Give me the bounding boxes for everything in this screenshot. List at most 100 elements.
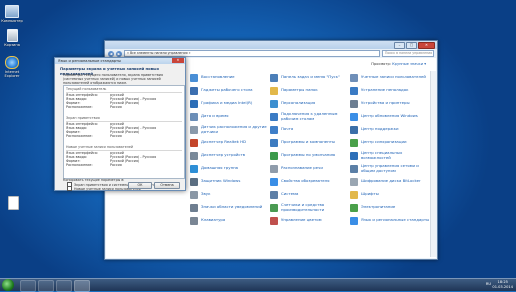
control-panel-item[interactable]: Гаджеты рабочего стола xyxy=(190,84,270,97)
control-panel-item-icon xyxy=(350,138,358,147)
control-panel-item[interactable]: Свойства обозревателя xyxy=(270,175,350,188)
address-bar[interactable]: « Все элементы панели управления » xyxy=(124,50,380,57)
control-panel-item-label: Центр обновления Windows xyxy=(361,113,418,119)
control-panel-item-icon xyxy=(350,112,358,121)
desktop-icon-label: Internet Explorer xyxy=(4,70,20,78)
search-input[interactable]: Поиск в панели управления xyxy=(382,50,434,57)
desktop-icon-computer[interactable]: Компьютер xyxy=(1,5,23,23)
control-panel-item-label: Система xyxy=(281,191,299,197)
control-panel-item[interactable]: Параметры папок xyxy=(270,84,350,97)
taskbar-explorer-button[interactable] xyxy=(38,280,54,292)
window-titlebar: – □ ✕ xyxy=(105,41,437,49)
control-panel-item[interactable]: Диспетчер устройств xyxy=(190,149,270,162)
control-panel-item-icon xyxy=(350,73,358,82)
control-panel-item-label: Центр синхронизации xyxy=(361,139,407,145)
control-panel-item-icon xyxy=(270,86,278,95)
setting-row: Расположение: Россия xyxy=(66,134,182,138)
view-selector[interactable]: Просмотр: Крупные значки ▾ xyxy=(371,62,426,66)
control-panel-item[interactable]: Шрифты xyxy=(350,188,430,201)
ok-button[interactable]: ОК xyxy=(128,182,152,189)
taskbar: RU 18:25 01.03.2014 xyxy=(0,278,516,292)
control-panel-item-label: Программы по умолчанию xyxy=(281,152,336,158)
document-icon xyxy=(7,196,19,210)
control-panel-item[interactable]: Программы по умолчанию xyxy=(270,149,350,162)
control-panel-item[interactable]: Дата и время xyxy=(190,110,270,123)
control-panel-item[interactable]: Программы и компоненты xyxy=(270,136,350,149)
control-panel-item-icon xyxy=(190,164,198,173)
control-panel-item[interactable]: Подключения к удаленным рабочим столам xyxy=(270,110,350,123)
control-panel-item[interactable]: Центр синхронизации xyxy=(350,136,430,149)
checkbox-box[interactable] xyxy=(67,186,72,191)
control-panel-item-icon xyxy=(350,99,358,108)
control-panel-item[interactable]: Счетчики и средства производительности xyxy=(270,201,350,214)
desktop-icon-document[interactable] xyxy=(2,196,24,211)
minimize-button[interactable]: – xyxy=(394,42,405,49)
forward-arrow-icon[interactable]: ▶ xyxy=(116,50,122,57)
control-panel-item[interactable]: Распознавание речи xyxy=(270,162,350,175)
cancel-button[interactable]: Отмена xyxy=(154,182,180,189)
control-panel-item[interactable]: Язык и региональные стандарты xyxy=(350,214,430,227)
settings-summary: Текущий пользователь Язык интерфейса: рус… xyxy=(63,85,185,179)
desktop-icon-recycle-bin[interactable]: Корзина xyxy=(1,29,23,47)
control-panel-item-label: Графика и медиа Intel(R) xyxy=(201,100,253,106)
control-panel-item[interactable]: Звук xyxy=(190,188,270,201)
control-panel-item[interactable]: Центр поддержки xyxy=(350,123,430,136)
control-panel-item[interactable]: Значки области уведомлений xyxy=(190,201,270,214)
control-panel-item[interactable]: Система xyxy=(270,188,350,201)
control-panel-item[interactable]: Центр управления сетями и общим доступом xyxy=(350,162,430,175)
control-panel-item-icon xyxy=(350,190,358,199)
control-panel-item-label: Защитник Windows xyxy=(201,178,241,184)
control-panel-item-label: Клавиатура xyxy=(201,217,226,223)
control-panel-item-label: Датчик расположения и другие датчики xyxy=(201,124,267,134)
control-panel-item-icon xyxy=(270,73,278,82)
control-panel-item-icon xyxy=(270,138,278,147)
control-panel-item[interactable]: Учетные записи пользователей xyxy=(350,71,430,84)
control-panel-item-icon xyxy=(190,112,198,121)
control-panel-item-icon xyxy=(350,177,358,186)
control-panel-item-icon xyxy=(270,203,278,212)
control-panel-item[interactable]: Домашняя группа xyxy=(190,162,270,175)
control-panel-item-icon xyxy=(190,190,198,199)
control-panel-item[interactable]: Клавиатура xyxy=(190,214,270,227)
control-panel-item[interactable]: Шифрование диска BitLocker xyxy=(350,175,430,188)
control-panel-item[interactable]: Защитник Windows xyxy=(190,175,270,188)
control-panel-item-label: Почта xyxy=(281,126,294,132)
control-panel-item[interactable]: Персонализация xyxy=(270,97,350,110)
control-panel-item[interactable]: Центр специальных возможностей xyxy=(350,149,430,162)
control-panel-item[interactable]: Устройства и принтеры xyxy=(350,97,430,110)
control-panel-item-label: Домашняя группа xyxy=(201,165,239,171)
control-panel-item-icon xyxy=(350,86,358,95)
dialog-description: Параметры текущего пользователя, экрана … xyxy=(63,73,163,85)
control-panel-item[interactable]: Электропитание xyxy=(350,201,430,214)
control-panel-item[interactable]: Центр обновления Windows xyxy=(350,110,430,123)
setting-value: Россия xyxy=(110,105,122,110)
view-value[interactable]: Крупные значки ▾ xyxy=(392,62,426,66)
control-panel-item[interactable]: Датчик расположения и другие датчики xyxy=(190,123,270,136)
setting-key: Расположение: xyxy=(66,163,93,168)
control-panel-item-icon xyxy=(270,125,278,134)
setting-value: Россия xyxy=(110,163,122,168)
control-panel-item[interactable]: Устранение неполадок xyxy=(350,84,430,97)
dialog-close-button[interactable]: ✕ xyxy=(172,58,184,63)
control-panel-item[interactable]: Графика и медиа Intel(R) xyxy=(190,97,270,110)
control-panel-item[interactable]: Диспетчер Realtek HD xyxy=(190,136,270,149)
start-button[interactable] xyxy=(2,279,14,291)
close-button[interactable]: ✕ xyxy=(418,42,435,49)
control-panel-item[interactable]: Восстановление xyxy=(190,71,270,84)
control-panel-item-icon xyxy=(190,216,198,225)
control-panel-item[interactable]: Управление цветом xyxy=(270,214,350,227)
group-welcome-screen: Экран приветствия Язык интерфейса: русски… xyxy=(66,116,182,139)
back-arrow-icon[interactable]: ◀ xyxy=(108,50,114,57)
taskbar-media-button[interactable] xyxy=(56,280,72,292)
maximize-button[interactable]: □ xyxy=(406,42,417,49)
taskbar-ie-button[interactable] xyxy=(20,280,36,292)
scrollbar[interactable] xyxy=(430,71,436,257)
taskbar-control-panel-button[interactable] xyxy=(74,280,90,292)
clock-date[interactable]: 01.03.2014 xyxy=(492,285,513,290)
control-panel-items: Восстановление Гаджеты рабочего стола Граф… xyxy=(190,71,430,257)
control-panel-item[interactable]: Почта xyxy=(270,123,350,136)
language-indicator[interactable]: RU xyxy=(486,282,491,287)
desktop-icon-internet-explorer[interactable]: Internet Explorer xyxy=(1,56,23,78)
control-panel-item[interactable]: Панель задач и меню "Пуск" xyxy=(270,71,350,84)
control-panel-item-label: Счетчики и средства производительности xyxy=(281,202,325,212)
